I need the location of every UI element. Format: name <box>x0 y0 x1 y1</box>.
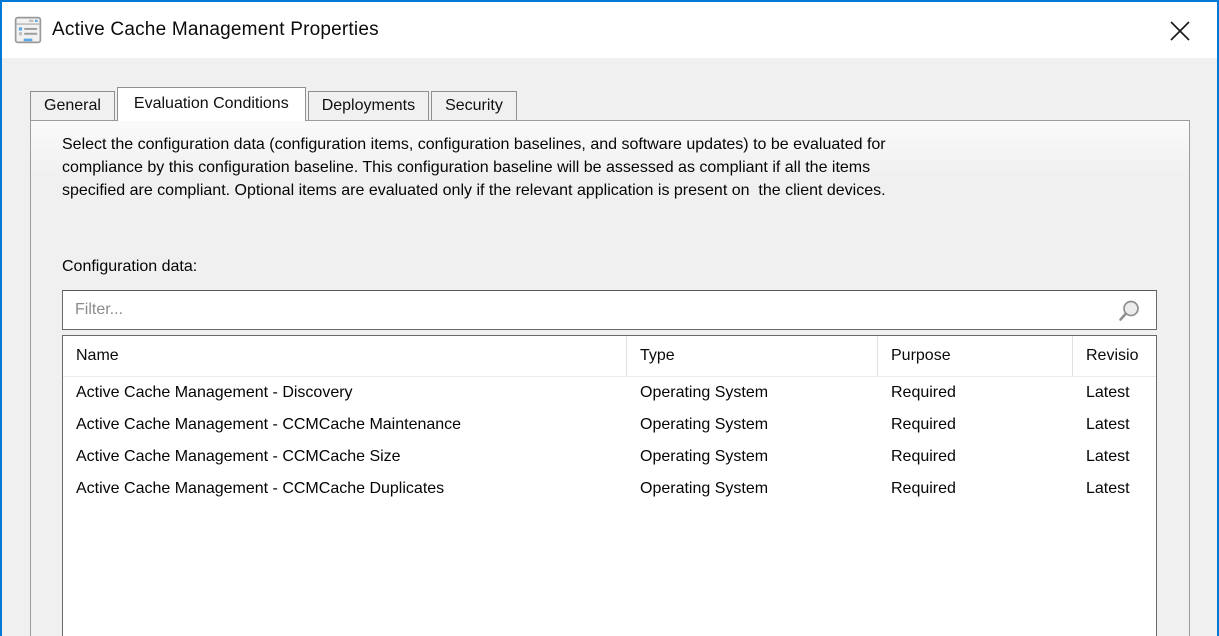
description-line: specified are compliant. Optional items … <box>62 179 1162 202</box>
properties-dialog-window: Active Cache Management Properties Gener… <box>0 0 1219 636</box>
tab-deployments[interactable]: Deployments <box>308 91 429 120</box>
list-header: Name Type Purpose Revisio <box>63 336 1156 377</box>
table-row[interactable]: Active Cache Management - Discovery Oper… <box>63 377 1156 409</box>
dialog-body: General Evaluation Conditions Deployment… <box>2 58 1217 636</box>
tab-strip: General Evaluation Conditions Deployment… <box>30 86 519 120</box>
description-line: compliance by this configuration baselin… <box>62 156 1162 179</box>
properties-dialog-icon <box>14 16 42 44</box>
cell-purpose: Required <box>878 441 1073 473</box>
cell-purpose: Required <box>878 473 1073 505</box>
titlebar[interactable]: Active Cache Management Properties <box>2 2 1217 58</box>
filter-input[interactable] <box>63 291 1156 329</box>
table-row[interactable]: Active Cache Management - CCMCache Size … <box>63 441 1156 473</box>
column-header-revision[interactable]: Revisio <box>1073 336 1156 376</box>
tab-evaluation-conditions[interactable]: Evaluation Conditions <box>117 87 306 121</box>
cell-type: Operating System <box>627 409 878 441</box>
column-header-purpose[interactable]: Purpose <box>878 336 1073 376</box>
close-icon <box>1168 19 1192 43</box>
cell-name: Active Cache Management - CCMCache Dupli… <box>63 473 627 505</box>
cell-name: Active Cache Management - Discovery <box>63 377 627 409</box>
filter-box <box>62 290 1157 330</box>
column-header-type[interactable]: Type <box>627 336 878 376</box>
cell-revision: Latest <box>1073 377 1156 409</box>
cell-revision: Latest <box>1073 409 1156 441</box>
cell-type: Operating System <box>627 377 878 409</box>
cell-type: Operating System <box>627 473 878 505</box>
configuration-data-label: Configuration data: <box>62 258 197 276</box>
cell-revision: Latest <box>1073 441 1156 473</box>
column-header-name[interactable]: Name <box>63 336 627 376</box>
window-title: Active Cache Management Properties <box>52 19 379 41</box>
table-row[interactable]: Active Cache Management - CCMCache Maint… <box>63 409 1156 441</box>
close-button[interactable] <box>1165 16 1195 46</box>
cell-purpose: Required <box>878 409 1073 441</box>
cell-type: Operating System <box>627 441 878 473</box>
description-line: Select the configuration data (configura… <box>62 133 1162 156</box>
cell-name: Active Cache Management - CCMCache Maint… <box>63 409 627 441</box>
configuration-data-list: Name Type Purpose Revisio Active Cache M… <box>62 335 1157 636</box>
cell-name: Active Cache Management - CCMCache Size <box>63 441 627 473</box>
cell-revision: Latest <box>1073 473 1156 505</box>
table-row[interactable]: Active Cache Management - CCMCache Dupli… <box>63 473 1156 505</box>
description-text: Select the configuration data (configura… <box>62 133 1162 202</box>
cell-purpose: Required <box>878 377 1073 409</box>
search-icon[interactable] <box>1116 298 1142 324</box>
tab-page-evaluation-conditions: Select the configuration data (configura… <box>30 120 1190 636</box>
tab-general[interactable]: General <box>30 91 115 120</box>
tab-security[interactable]: Security <box>431 91 517 120</box>
